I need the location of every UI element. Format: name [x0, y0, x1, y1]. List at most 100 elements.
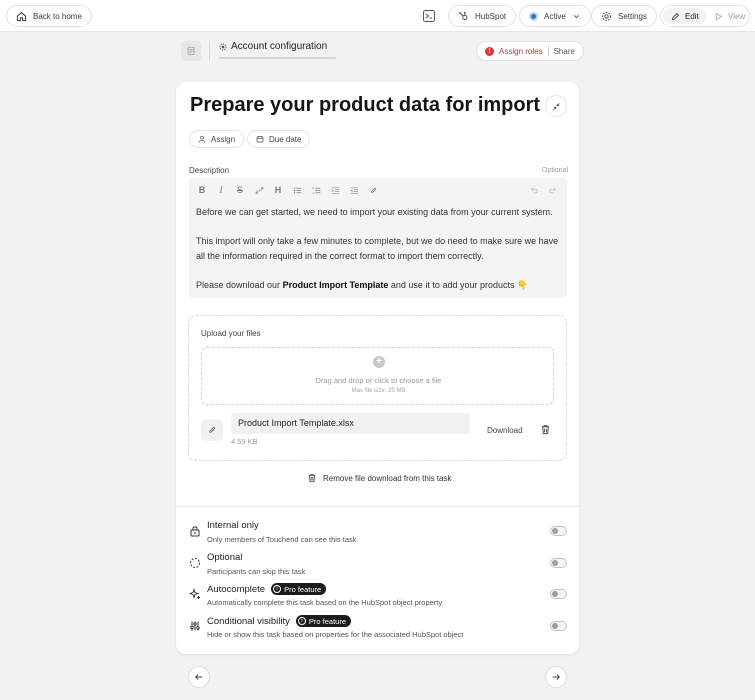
sparkle-icon: [189, 588, 200, 599]
optional-toggle[interactable]: [550, 558, 567, 568]
assign-roles-button[interactable]: Assign roles: [499, 47, 543, 56]
numbered-list-icon[interactable]: [310, 184, 322, 196]
internal-only-toggle[interactable]: [550, 526, 567, 536]
upload-section: Upload your files + Drag and drop or cli…: [188, 315, 567, 461]
plus-circle-icon: +: [373, 356, 385, 368]
trash-icon: [308, 474, 316, 483]
download-button[interactable]: Download: [487, 426, 523, 435]
option-title: Internal only: [207, 520, 259, 531]
sliders-icon: [190, 621, 200, 631]
remove-file-download-button[interactable]: Remove file download from this task: [307, 473, 452, 483]
assign-button[interactable]: Assign: [189, 130, 245, 148]
task-card: Prepare your product data for import Ass…: [176, 82, 579, 654]
previous-task-button[interactable]: [188, 666, 210, 688]
layout-icon[interactable]: [422, 9, 436, 23]
play-icon: [715, 12, 723, 20]
settings-button[interactable]: Settings: [591, 5, 657, 27]
heading-icon[interactable]: H: [272, 184, 284, 196]
hubspot-button[interactable]: HubSpot: [448, 5, 517, 27]
description-paragraph: Please download our Product Import Templ…: [196, 278, 562, 293]
edit-label: Edit: [685, 11, 699, 21]
app-logo[interactable]: [181, 41, 201, 61]
gear-icon: [602, 11, 611, 21]
roles-share-group: ! Assign roles Share: [476, 41, 584, 61]
remove-file-download-label: Remove file download from this task: [323, 473, 452, 483]
status-dropdown[interactable]: Active: [519, 5, 591, 27]
description-text: Please download our: [196, 280, 283, 290]
collapse-icon: [552, 102, 560, 110]
assign-label: Assign: [211, 134, 236, 144]
option-title: Autocomplete i Pro feature: [207, 583, 327, 595]
option-subtitle: Only members of Touchend can see this ta…: [207, 535, 357, 544]
chevron-down-icon: [573, 14, 579, 18]
hubspot-label: HubSpot: [475, 11, 507, 21]
option-title: Optional: [207, 552, 242, 563]
option-subtitle: Automatically complete this task based o…: [207, 598, 443, 607]
file-dropzone[interactable]: + Drag and drop or click to choose a fil…: [201, 347, 554, 405]
account-configuration-label: Account configuration: [231, 41, 328, 52]
due-date-button[interactable]: Due date: [247, 130, 311, 148]
option-title-text: Optional: [207, 552, 243, 563]
paperclip-icon: [209, 426, 216, 433]
edit-view-toggle: Edit View: [660, 5, 750, 27]
view-mode-button[interactable]: View: [706, 8, 753, 24]
trash-icon[interactable]: [540, 424, 551, 435]
template-link-text: Product Import Template: [282, 280, 389, 290]
status-label: Active: [544, 11, 566, 21]
settings-label: Settings: [618, 11, 647, 21]
italic-icon[interactable]: I: [215, 184, 227, 196]
alert-icon: !: [485, 46, 494, 56]
indent-icon[interactable]: [329, 184, 341, 196]
dropzone-text: Drag and drop or click to choose a file: [315, 376, 442, 385]
option-autocomplete: Autocomplete i Pro feature Automatically …: [189, 583, 567, 609]
upload-label: Upload your files: [201, 329, 261, 338]
edit-mode-button[interactable]: Edit: [663, 8, 707, 24]
dashed-circle-icon: [190, 558, 200, 568]
status-dot-icon: [529, 11, 538, 21]
user-icon: [199, 135, 205, 143]
attachment-icon[interactable]: [367, 184, 379, 196]
info-icon: i: [297, 617, 306, 625]
back-to-home-label: Back to home: [33, 11, 82, 21]
due-date-label: Due date: [269, 134, 302, 144]
task-title[interactable]: Prepare your product data for import: [190, 94, 540, 117]
max-file-size-text: Max file size: 25 MB: [351, 388, 406, 394]
account-configuration-tab[interactable]: Account configuration: [219, 41, 327, 52]
outdent-icon[interactable]: [348, 184, 360, 196]
roles-divider: [547, 46, 549, 56]
pro-feature-badge: i Pro feature: [271, 583, 327, 595]
back-to-home-button[interactable]: Back to home: [6, 5, 92, 27]
hubspot-icon: [459, 11, 468, 20]
option-conditional-visibility: Conditional visibility i Pro feature Hide…: [189, 615, 567, 641]
next-task-button[interactable]: [545, 666, 567, 688]
description-label: Description: [189, 166, 230, 175]
autocomplete-toggle[interactable]: [550, 589, 567, 599]
option-internal-only: Internal only Only members of Touchend c…: [189, 520, 567, 546]
document-icon: [187, 46, 195, 56]
gear-small-icon: [219, 43, 227, 50]
undo-icon[interactable]: [528, 184, 540, 196]
conditional-visibility-toggle[interactable]: [550, 621, 567, 631]
home-icon: [16, 11, 27, 21]
attachment-thumbnail: [201, 419, 223, 441]
progress-bar: [219, 57, 336, 59]
share-button[interactable]: Share: [554, 47, 575, 56]
option-subtitle: Participants can skip this task: [207, 567, 306, 576]
top-bar: Back to home HubSpot Active Settings Edi…: [0, 0, 755, 32]
file-size: 4.59 KB: [231, 437, 258, 446]
pro-feature-label: Pro feature: [308, 616, 347, 626]
file-name-field[interactable]: Product Import Template.xlsx: [231, 413, 470, 434]
link-icon[interactable]: [253, 184, 265, 196]
bullet-list-icon[interactable]: [291, 184, 303, 196]
bold-icon[interactable]: B: [196, 184, 208, 196]
strikethrough-icon[interactable]: S: [234, 184, 246, 196]
arrow-right-icon: [552, 674, 560, 680]
description-text: and use it to add your products 👇: [388, 280, 529, 290]
calendar-icon: [256, 136, 264, 143]
redo-icon[interactable]: [547, 184, 559, 196]
view-label: View: [728, 11, 746, 21]
description-paragraph: This import will only take a few minutes…: [196, 236, 559, 261]
option-optional: Optional Participants can skip this task: [189, 552, 567, 578]
description-editor[interactable]: B I S H Before we can get started, we ne…: [189, 178, 567, 298]
collapse-button[interactable]: [545, 95, 567, 117]
